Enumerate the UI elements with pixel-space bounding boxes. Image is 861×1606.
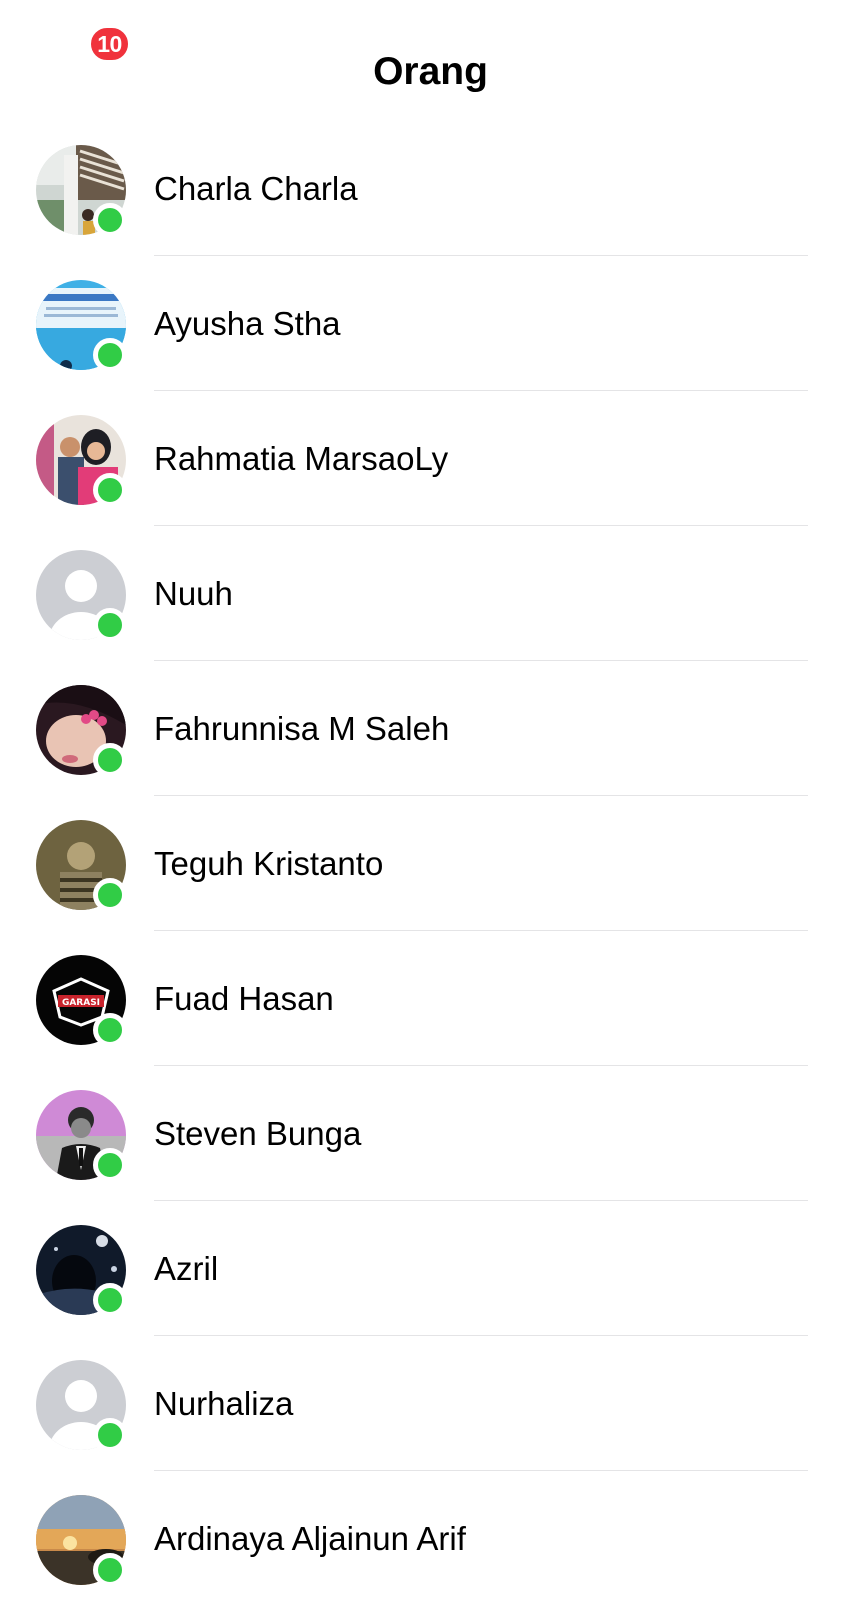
online-status-indicator	[93, 608, 127, 642]
person-row[interactable]: Fahrunnisa M Saleh	[0, 661, 861, 796]
person-name: Ardinaya Aljainun Arif	[154, 1520, 466, 1557]
person-name: Rahmatia MarsaoLy	[154, 440, 449, 477]
person-row[interactable]: GARASI Fuad Hasan	[0, 931, 861, 1066]
person-row[interactable]: Teguh Kristanto	[0, 796, 861, 931]
person-name: Steven Bunga	[154, 1115, 362, 1152]
person-row[interactable]: Nurhaliza	[0, 1336, 861, 1471]
person-row[interactable]: Charla Charla	[0, 121, 861, 256]
logo-text: GARASI	[62, 998, 100, 1008]
person-name: Charla Charla	[154, 170, 358, 207]
online-status-indicator	[93, 1283, 127, 1317]
person-name: Teguh Kristanto	[154, 845, 384, 882]
page-title: Orang	[373, 50, 488, 93]
online-status-indicator	[93, 203, 127, 237]
person-row[interactable]: Azril	[0, 1201, 861, 1336]
person-row[interactable]: Steven Bunga	[0, 1066, 861, 1201]
person-row[interactable]: Rahmatia MarsaoLy	[0, 391, 861, 526]
people-list: Charla Charla Ayusha Stha Rahmatia Marsa…	[0, 121, 861, 1606]
person-name: Nuuh	[154, 575, 233, 612]
online-status-indicator	[93, 743, 127, 777]
person-name: Fahrunnisa M Saleh	[154, 710, 450, 747]
person-row[interactable]: Ardinaya Aljainun Arif	[0, 1471, 861, 1606]
person-name: Nurhaliza	[154, 1385, 294, 1422]
online-status-indicator	[93, 1148, 127, 1182]
online-status-indicator	[93, 878, 127, 912]
online-status-indicator	[93, 1013, 127, 1047]
person-row[interactable]: Ayusha Stha	[0, 256, 861, 391]
person-row[interactable]: Nuuh	[0, 526, 861, 661]
online-status-indicator	[93, 338, 127, 372]
person-name: Fuad Hasan	[154, 980, 334, 1017]
person-name: Azril	[154, 1250, 219, 1287]
header-bar: 10 Orang	[0, 0, 861, 130]
online-status-indicator	[93, 473, 127, 507]
person-name: Ayusha Stha	[154, 305, 341, 342]
online-status-indicator	[93, 1553, 127, 1587]
online-status-indicator	[93, 1418, 127, 1452]
